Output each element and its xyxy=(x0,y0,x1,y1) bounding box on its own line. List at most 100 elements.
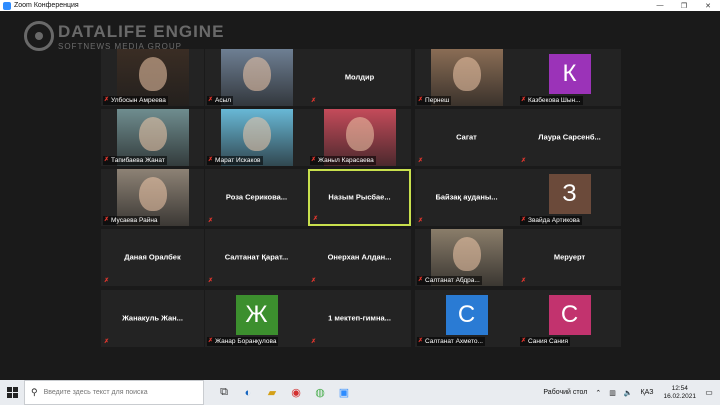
system-tray: Рабочий стол ⌃ ▥ 🔈 ҚАЗ 12:54 16.02.2021 … xyxy=(539,380,720,405)
watermark-eye-icon xyxy=(24,21,54,51)
file-explorer-icon[interactable]: ▰ xyxy=(262,383,282,403)
participant-label: ✗ Пернеш xyxy=(417,96,452,105)
participant-name: Даная Оралбек xyxy=(124,252,181,262)
participant-tile[interactable]: Молдир ✗ xyxy=(308,49,411,106)
participant-face xyxy=(452,237,481,271)
participant-label-text: Звайда Артикова xyxy=(528,217,580,224)
participant-name: Назым Рысбае... xyxy=(328,192,391,202)
participant-tile[interactable]: ✗ Жаныл Карасаева xyxy=(308,109,411,166)
participant-label-text: Пернеш xyxy=(425,97,450,104)
participant-tile[interactable]: Назым Рысбае... ✗ xyxy=(308,169,411,226)
muted-mic-icon: ✗ xyxy=(521,217,527,223)
participant-face xyxy=(138,177,167,211)
participant-label-text: Жаныл Карасаева xyxy=(318,157,374,164)
muted-mic-icon: ✗ xyxy=(104,157,110,163)
taskbar-search[interactable]: ⚲ xyxy=(24,380,204,405)
participant-tile[interactable]: К ✗ Казбекова Шын... xyxy=(518,49,621,106)
participant-label-text: Асыл xyxy=(215,97,232,104)
start-button[interactable] xyxy=(0,380,24,405)
muted-mic-icon: ✗ xyxy=(521,158,527,164)
participant-label-text: Жанар Боранқулова xyxy=(215,338,277,345)
participant-tile[interactable]: Роза Серикова... ✗ xyxy=(205,169,308,226)
participant-tile[interactable]: Ж ✗ Жанар Боранқулова xyxy=(205,290,308,347)
yandex-browser-icon[interactable]: ◉ xyxy=(286,383,306,403)
muted-mic-icon: ✗ xyxy=(104,278,110,284)
maximize-button[interactable]: ❐ xyxy=(672,2,696,10)
participant-label: ✗ Марат Искаков xyxy=(207,156,263,165)
participant-tile[interactable]: Байзақ ауданы... ✗ xyxy=(415,169,518,226)
participant-label-text: Тапибаева Жанат xyxy=(111,157,165,164)
avatar-letter: К xyxy=(548,54,591,94)
muted-mic-icon: ✗ xyxy=(311,157,317,163)
muted-mic-icon: ✗ xyxy=(418,338,424,344)
participant-label-text: Улбосын Амреева xyxy=(111,97,166,104)
chrome-icon[interactable]: ◍ xyxy=(310,383,330,403)
participant-tile[interactable]: ✗ Салтанат Абдра... xyxy=(415,229,518,286)
participant-name: Жанакуль Жан... xyxy=(122,313,183,323)
participant-name: Роза Серикова... xyxy=(225,192,288,202)
muted-mic-icon: ✗ xyxy=(208,218,214,224)
language-indicator[interactable]: ҚАЗ xyxy=(641,389,654,396)
taskbar: ⚲ ⧉ ◐ ▰ ◉ ◍ ▣ Рабочий стол ⌃ ▥ 🔈 ҚАЗ 12:… xyxy=(0,380,720,405)
participant-name: Салтанат Қарат... xyxy=(224,252,289,262)
muted-mic-icon: ✗ xyxy=(313,216,319,222)
participant-face xyxy=(452,57,481,91)
minimize-button[interactable]: — xyxy=(648,2,672,9)
avatar-letter: Ж xyxy=(235,295,278,335)
participant-tile[interactable]: Лаура Сарсенб... ✗ xyxy=(518,109,621,166)
clock-date: 16.02.2021 xyxy=(663,392,696,400)
participant-tile[interactable]: С ✗ Салтанат Ахмето... xyxy=(415,290,518,347)
task-view-icon[interactable]: ⧉ xyxy=(214,383,234,403)
participant-tile[interactable]: Жанакуль Жан... ✗ xyxy=(101,290,204,347)
participant-tile[interactable]: Сагат ✗ xyxy=(415,109,518,166)
search-input[interactable] xyxy=(43,389,194,396)
participant-label-text: Мусаева Райна xyxy=(111,217,158,224)
participant-label: ✗ Жанар Боранқулова xyxy=(207,337,279,346)
participant-name: Лаура Сарсенб... xyxy=(538,132,601,142)
participant-tile[interactable]: Онерхан Алдан... ✗ xyxy=(308,229,411,286)
zoom-taskbar-icon[interactable]: ▣ xyxy=(334,383,354,403)
participant-tile[interactable]: ✗ Асыл xyxy=(205,49,308,106)
edge-icon[interactable]: ◐ xyxy=(238,383,258,403)
watermark: DATALIFE ENGINE SOFTNEWS MEDIA GROUP xyxy=(24,21,224,51)
taskbar-apps: ⧉ ◐ ▰ ◉ ◍ ▣ xyxy=(212,383,356,403)
participant-tile[interactable]: 1 мектеп-гимна... ✗ xyxy=(308,290,411,347)
volume-icon[interactable]: 🔈 xyxy=(624,389,633,397)
participant-label: ✗ Тапибаева Жанат xyxy=(103,156,167,165)
participant-label-text: Марат Искаков xyxy=(215,157,261,164)
window-titlebar: Zoom Конференция — ❐ ✕ xyxy=(0,0,720,11)
close-button[interactable]: ✕ xyxy=(696,2,720,10)
participant-tile[interactable]: Салтанат Қарат... ✗ xyxy=(205,229,308,286)
participant-tile[interactable]: ✗ Пернеш xyxy=(415,49,518,106)
participant-label: ✗ Звайда Артикова xyxy=(520,216,582,225)
participant-label: ✗ Улбосын Амреева xyxy=(103,96,168,105)
participant-name: Онерхан Алдан... xyxy=(327,252,392,262)
desktop-label[interactable]: Рабочий стол xyxy=(543,389,587,396)
participant-tile[interactable]: ✗ Марат Искаков xyxy=(205,109,308,166)
participant-face xyxy=(138,57,167,91)
network-icon[interactable]: ▥ xyxy=(609,389,616,397)
muted-mic-icon: ✗ xyxy=(208,278,214,284)
participant-tile[interactable]: ✗ Тапибаева Жанат xyxy=(101,109,204,166)
participant-label-text: Салтанат Ахмето... xyxy=(425,338,483,345)
participant-label-text: Сания Сания xyxy=(528,338,569,345)
participant-label: ✗ Мусаева Райна xyxy=(103,216,160,225)
muted-mic-icon: ✗ xyxy=(521,338,527,344)
avatar-letter: С xyxy=(548,295,591,335)
notifications-icon[interactable]: ▭ xyxy=(702,388,716,397)
clock[interactable]: 12:54 16.02.2021 xyxy=(663,385,696,401)
muted-mic-icon: ✗ xyxy=(311,278,317,284)
muted-mic-icon: ✗ xyxy=(311,339,317,345)
participant-name: Молдир xyxy=(344,72,375,82)
participant-label: ✗ Сания Сания xyxy=(520,337,571,346)
participant-tile[interactable]: ✗ Улбосын Амреева xyxy=(101,49,204,106)
participant-tile[interactable]: Даная Оралбек ✗ xyxy=(101,229,204,286)
participant-tile[interactable]: С ✗ Сания Сания xyxy=(518,290,621,347)
participant-tile[interactable]: Меруерт ✗ xyxy=(518,229,621,286)
clock-time: 12:54 xyxy=(671,384,688,392)
tray-arrow-icon[interactable]: ⌃ xyxy=(595,389,601,397)
participant-face xyxy=(345,117,374,151)
avatar-letter: З xyxy=(548,174,591,214)
participant-tile[interactable]: ✗ Мусаева Райна xyxy=(101,169,204,226)
participant-tile[interactable]: З ✗ Звайда Артикова xyxy=(518,169,621,226)
